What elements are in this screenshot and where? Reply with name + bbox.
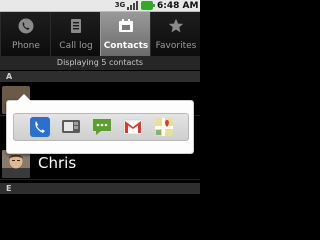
talk-bubble-icon xyxy=(93,119,111,135)
battery-icon xyxy=(141,1,155,10)
contact-count: Displaying 5 contacts xyxy=(0,56,200,70)
status-time: 6:48 AM xyxy=(157,1,199,11)
email-action[interactable] xyxy=(121,116,145,138)
contacts-icon xyxy=(119,19,133,32)
call-log-icon xyxy=(71,19,81,33)
gmail-icon xyxy=(123,119,143,135)
tab-phone[interactable]: Phone xyxy=(0,12,50,56)
call-action[interactable] xyxy=(28,116,52,138)
tab-contacts[interactable]: Contacts xyxy=(100,12,150,56)
map-action[interactable] xyxy=(152,116,176,138)
section-header-a: A xyxy=(0,71,200,82)
quick-contact-popup xyxy=(6,94,194,154)
tab-label: Phone xyxy=(12,41,40,51)
chat-action[interactable] xyxy=(90,116,114,138)
tab-call-log[interactable]: Call log xyxy=(50,12,100,56)
tab-bar: Phone Call log Contacts Favorites xyxy=(0,12,200,56)
sms-icon xyxy=(62,120,80,133)
3g-icon: 3G xyxy=(114,1,126,9)
message-action[interactable] xyxy=(59,116,83,138)
avatar[interactable] xyxy=(2,150,30,178)
star-icon xyxy=(168,18,184,33)
phone-screen: 3G 6:48 AM Phone Call log Contacts Favor… xyxy=(0,0,200,200)
maps-icon xyxy=(155,118,173,136)
tab-label: Call log xyxy=(59,41,93,51)
status-bar: 3G 6:48 AM xyxy=(0,0,200,12)
tab-label: Contacts xyxy=(103,41,149,51)
tab-favorites[interactable]: Favorites xyxy=(150,12,200,56)
avatar-photo xyxy=(2,150,30,178)
signal-icon xyxy=(127,1,139,10)
popup-arrow xyxy=(17,94,31,101)
phone-icon xyxy=(18,18,34,34)
contact-name: Chris xyxy=(38,154,77,172)
tab-label: Favorites xyxy=(155,41,197,51)
phone-icon xyxy=(30,117,50,137)
quick-contact-actions xyxy=(13,113,189,141)
section-header-e: E xyxy=(0,183,200,194)
